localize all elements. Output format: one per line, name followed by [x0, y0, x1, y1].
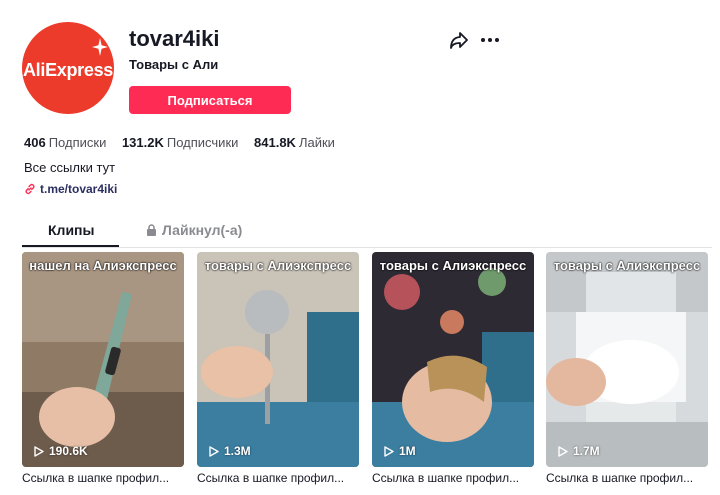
view-count-value: 1.7M — [573, 444, 600, 458]
stat-label: Лайки — [298, 135, 335, 150]
view-count: 1M — [384, 444, 416, 458]
view-count-value: 1.3M — [224, 444, 251, 458]
stat-value: 406 — [24, 135, 46, 150]
link-icon — [25, 183, 35, 195]
stat-label: Подписки — [48, 135, 107, 150]
share-icon[interactable] — [448, 29, 470, 51]
video-caption[interactable]: Ссылка в шапке профил... — [546, 471, 708, 485]
view-count: 1.3M — [209, 444, 251, 458]
play-icon — [209, 445, 219, 457]
video-image — [22, 252, 184, 467]
video-card[interactable]: нашел на Алиэкспресс 190.6K Ссылка в шап… — [22, 252, 184, 485]
video-overlay-text: товары с Алиэкспресс — [204, 258, 352, 273]
video-overlay-text: нашел на Алиэкспресс — [29, 258, 177, 273]
stat-value: 841.8K — [254, 135, 296, 150]
tab-liked[interactable]: Лайкнул(-а) — [146, 222, 242, 238]
profile-stats: 406 Подписки 131.2K Подписчики 841.8K Лайки — [24, 135, 347, 150]
tab-videos[interactable]: Клипы — [48, 222, 94, 238]
profile-tabs: Клипы Лайкнул(-а) — [22, 218, 712, 248]
stat-following[interactable]: 406 Подписки — [24, 135, 106, 150]
stat-value: 131.2K — [121, 135, 164, 150]
username: tovar4iki — [129, 26, 220, 51]
avatar-brand-text: AliExpress — [22, 60, 114, 80]
follow-button[interactable]: Подписаться — [129, 86, 291, 114]
video-overlay-text: товары с Алиэкспресс — [553, 258, 701, 273]
bio-link[interactable]: t.me/tovar4iki — [24, 182, 117, 196]
tab-liked-label: Лайкнул(-а) — [162, 222, 243, 238]
video-card[interactable]: товары с Алиэкспресс 1.3M Ссылка в шапке… — [197, 252, 359, 485]
stat-likes: 841.8K Лайки — [254, 135, 335, 150]
stat-label: Подписчики — [166, 135, 239, 150]
video-thumbnail[interactable]: товары с Алиэкспресс 1.3M — [197, 252, 359, 467]
video-thumbnail[interactable]: товары с Алиэкспресс 1.7M — [546, 252, 708, 467]
lock-icon — [147, 224, 156, 236]
video-card[interactable]: товары с Алиэкспресс 1.7M Ссылка в шапке… — [546, 252, 708, 485]
sparkle-icon — [92, 38, 108, 56]
more-icon[interactable] — [479, 29, 501, 51]
video-image — [372, 252, 534, 467]
stat-followers[interactable]: 131.2K Подписчики — [122, 135, 238, 150]
play-icon — [558, 445, 568, 457]
video-overlay-text: товары с Алиэкспресс — [379, 258, 527, 273]
video-card[interactable]: товары с Алиэкспресс 1M Ссылка в шапке п… — [372, 252, 534, 485]
video-image — [546, 252, 708, 467]
view-count: 190.6K — [34, 444, 88, 458]
video-thumbnail[interactable]: товары с Алиэкспресс 1M — [372, 252, 534, 467]
bio-text: Все ссылки тут — [24, 160, 116, 175]
avatar[interactable]: AliExpress — [22, 22, 114, 114]
video-thumbnail[interactable]: нашел на Алиэкспресс 190.6K — [22, 252, 184, 467]
view-count-value: 1M — [399, 444, 416, 458]
bio-link-text: t.me/tovar4iki — [40, 182, 118, 196]
active-tab-indicator — [22, 245, 119, 247]
nickname: Товары с Али — [129, 57, 219, 72]
video-caption[interactable]: Ссылка в шапке профил... — [372, 471, 534, 485]
video-caption[interactable]: Ссылка в шапке профил... — [22, 471, 184, 485]
video-image — [197, 252, 359, 467]
play-icon — [384, 445, 394, 457]
video-caption[interactable]: Ссылка в шапке профил... — [197, 471, 359, 485]
play-icon — [34, 445, 44, 457]
view-count: 1.7M — [558, 444, 600, 458]
view-count-value: 190.6K — [49, 444, 88, 458]
